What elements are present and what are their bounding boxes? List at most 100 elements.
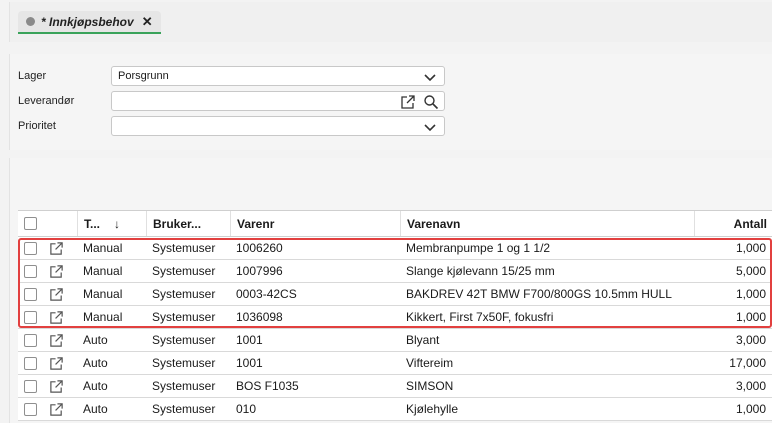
cell-antall: 3,000 [735, 379, 766, 393]
cell-user: Systemuser [152, 287, 216, 301]
row-checkbox-cell [18, 260, 42, 282]
lager-select[interactable]: Porsgrunn [111, 66, 445, 86]
search-icon[interactable] [423, 94, 439, 110]
prioritet-label: Prioritet [18, 120, 56, 132]
row-open-cell [42, 237, 70, 259]
open-external-icon[interactable] [49, 287, 64, 302]
lager-value: Porsgrunn [118, 70, 169, 82]
chevron-down-icon [424, 124, 436, 132]
cell-antall: 17,000 [729, 356, 766, 370]
table-row[interactable]: Manual Systemuser 1036098 Kikkert, First… [18, 306, 772, 329]
row-open-cell [42, 352, 70, 374]
cell-antall: 3,000 [735, 333, 766, 347]
leverandor-input[interactable] [111, 91, 445, 111]
column-header-varenavn[interactable]: Varenavn [400, 211, 697, 236]
cell-varenr: 1001 [236, 356, 263, 370]
cell-varenr: 1001 [236, 333, 263, 347]
cell-antall: 1,000 [735, 402, 766, 416]
filter-form: Lager Porsgrunn Leverandør Prioritet [9, 54, 772, 150]
row-open-cell [42, 283, 70, 305]
row-open-cell [42, 260, 70, 282]
cell-type: Auto [83, 333, 108, 347]
cell-varenr: BOS F1035 [236, 379, 299, 393]
open-external-icon[interactable] [49, 241, 64, 256]
row-open-cell [42, 329, 70, 351]
cell-user: Systemuser [152, 333, 216, 347]
cell-user: Systemuser [152, 379, 216, 393]
tab-innkjopsbehov[interactable]: * Innkjøpsbehov ✕ [18, 11, 161, 34]
cell-varenr: 1006260 [236, 241, 283, 255]
row-checkbox[interactable] [23, 264, 37, 278]
row-open-cell [42, 398, 70, 420]
table-row[interactable]: Auto Systemuser 010 Kjølehylle 1,000 [18, 398, 772, 421]
cell-user: Systemuser [152, 241, 216, 255]
cell-varenavn: Membranpumpe 1 og 1 1/2 [406, 241, 551, 255]
row-checkbox-cell [18, 306, 42, 328]
open-external-icon[interactable] [49, 310, 64, 325]
prioritet-select[interactable] [111, 116, 445, 136]
cell-type: Manual [83, 287, 123, 301]
chevron-down-icon [424, 74, 436, 82]
row-checkbox[interactable] [23, 287, 37, 301]
close-icon[interactable]: ✕ [142, 14, 153, 30]
cell-antall: 1,000 [735, 310, 766, 324]
tab-title: * Innkjøpsbehov [41, 14, 134, 29]
table-row[interactable]: Auto Systemuser BOS F1035 SIMSON 3,000 [18, 375, 772, 398]
row-checkbox[interactable] [23, 310, 37, 324]
table-row[interactable]: Auto Systemuser 1001 Viftereim 17,000 [18, 352, 772, 375]
column-header-antall[interactable]: Antall [694, 211, 771, 236]
row-checkbox-cell [18, 398, 42, 420]
row-checkbox-cell [18, 352, 42, 374]
table-row[interactable]: Auto Systemuser 1001 Blyant 3,000 [18, 329, 772, 352]
open-external-icon[interactable] [49, 264, 64, 279]
open-external-icon[interactable] [49, 379, 64, 394]
table-row[interactable]: Manual Systemuser 1006260 Membranpumpe 1… [18, 237, 772, 260]
row-checkbox[interactable] [23, 356, 37, 370]
table-row[interactable]: Manual Systemuser 1007996 Slange kjøleva… [18, 260, 772, 283]
requirements-table: T... ↓ Bruker... Varenr Varenavn Antall … [18, 210, 772, 421]
leverandor-label: Leverandør [18, 95, 75, 107]
cell-antall: 5,000 [735, 264, 766, 278]
cell-varenr: 1007996 [236, 264, 283, 278]
select-all-checkbox[interactable] [23, 217, 37, 230]
cell-type: Auto [83, 379, 108, 393]
select-all-cell [18, 211, 42, 236]
cell-varenr: 0003-42CS [236, 287, 297, 301]
open-external-icon[interactable] [49, 333, 64, 348]
tab-bar: * Innkjøpsbehov ✕ [9, 2, 772, 42]
row-open-cell [42, 306, 70, 328]
row-checkbox-cell [18, 329, 42, 351]
cell-type: Auto [83, 356, 108, 370]
row-checkbox[interactable] [23, 241, 37, 255]
open-external-icon[interactable] [49, 402, 64, 417]
open-external-icon[interactable] [49, 356, 64, 371]
cell-varenavn: Kjølehylle [406, 402, 459, 416]
cell-varenavn: Slange kjølevann 15/25 mm [406, 264, 555, 278]
grid-panel: T... ↓ Bruker... Varenr Varenavn Antall … [9, 158, 772, 423]
cell-varenr: 010 [236, 402, 257, 416]
cell-user: Systemuser [152, 264, 216, 278]
cell-varenavn: Viftereim [406, 356, 454, 370]
open-external-icon[interactable] [400, 94, 416, 110]
cell-type: Manual [83, 310, 123, 324]
table-row[interactable]: Manual Systemuser 0003-42CS BAKDREV 42T … [18, 283, 772, 306]
cell-varenavn: BAKDREV 42T BMW F700/800GS 10.5mm HULL [406, 287, 672, 301]
cell-type: Manual [83, 264, 123, 278]
cell-antall: 1,000 [735, 241, 766, 255]
cell-varenr: 1036098 [236, 310, 283, 324]
column-header-varenr[interactable]: Varenr [230, 211, 405, 236]
lager-label: Lager [18, 70, 47, 82]
cell-varenavn: Blyant [406, 333, 440, 347]
column-header-type[interactable]: T... ↓ [77, 211, 146, 236]
row-checkbox[interactable] [23, 333, 37, 347]
cell-type: Auto [83, 402, 108, 416]
sort-arrow-down-icon: ↓ [114, 216, 121, 231]
row-checkbox[interactable] [23, 379, 37, 393]
cell-varenavn: Kikkert, First 7x50F, fokusfri [406, 310, 554, 324]
cell-user: Systemuser [152, 356, 216, 370]
row-checkbox[interactable] [23, 402, 37, 416]
row-checkbox-cell [18, 283, 42, 305]
column-header-user[interactable]: Bruker... [146, 211, 235, 236]
cell-varenavn: SIMSON [406, 379, 454, 393]
cell-type: Manual [83, 241, 123, 255]
